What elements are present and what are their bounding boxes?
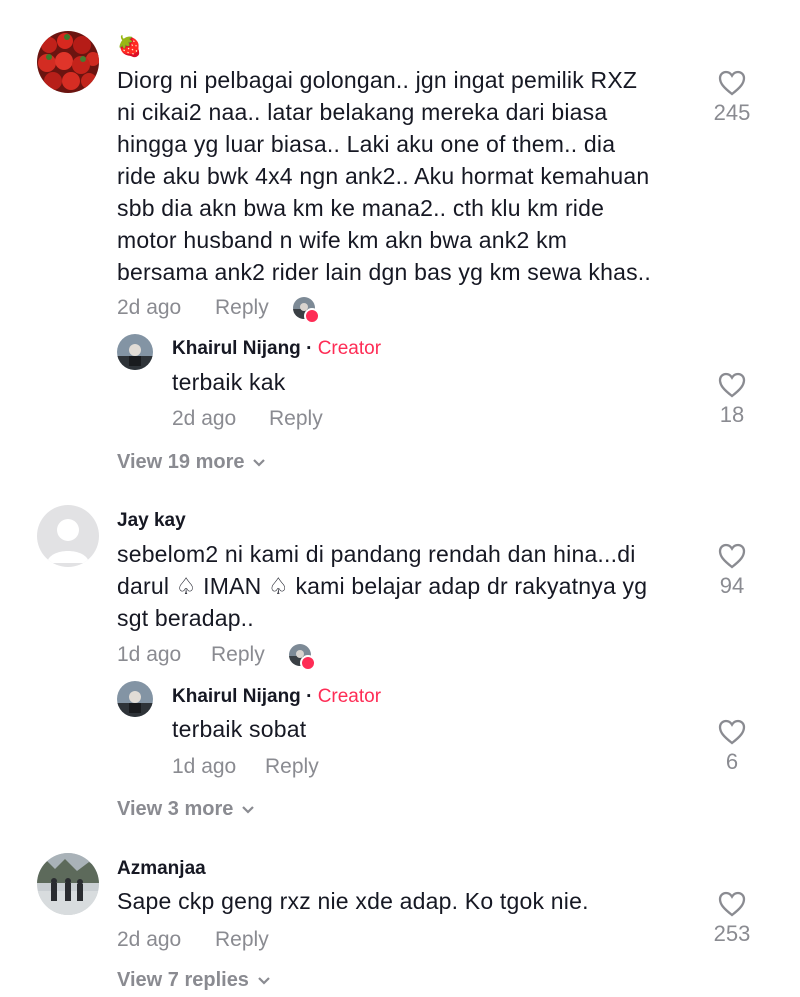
creator-liked-badge <box>293 297 320 324</box>
like-column[interactable]: 245 <box>702 70 762 126</box>
chevron-down-icon <box>242 805 255 814</box>
view-more-label: View 7 replies <box>117 969 249 991</box>
reply-timestamp: 1d ago <box>172 755 237 778</box>
reply-button[interactable]: Reply <box>269 407 323 431</box>
like-count: 18 <box>719 402 745 427</box>
reply-button[interactable]: Reply <box>215 296 269 320</box>
commenter-avatar[interactable] <box>37 31 99 93</box>
reply-username-line: Khairul Nijang · Creator <box>172 338 381 360</box>
reply-button[interactable]: Reply <box>265 755 319 779</box>
chevron-down-icon <box>253 458 266 467</box>
reply-text: terbaik sobat <box>172 716 307 742</box>
view-more-replies[interactable]: View 3 more <box>117 798 255 821</box>
view-more-replies[interactable]: View 7 replies <box>117 969 271 992</box>
comment-text: Diorg ni pelbagai golongan.. jgn ingat p… <box>117 67 651 285</box>
heart-icon[interactable] <box>718 719 746 745</box>
reply-text: terbaik kak <box>172 369 286 395</box>
reply-button[interactable]: Reply <box>215 928 269 952</box>
reply-username-line: Khairul Nijang · Creator <box>172 686 381 708</box>
creator-liked-badge <box>289 644 316 671</box>
commenter-username[interactable]: Azmanjaa <box>117 858 206 880</box>
heart-icon[interactable] <box>718 70 746 96</box>
like-column[interactable]: 94 <box>702 543 762 599</box>
commenter-username[interactable]: Jay kay <box>117 510 186 532</box>
like-count: 6 <box>725 749 739 774</box>
reply-like-column[interactable]: 6 <box>702 719 762 775</box>
separator-dot: · <box>306 338 313 359</box>
reply-button[interactable]: Reply <box>211 643 265 667</box>
view-more-label: View 19 more <box>117 451 245 473</box>
heart-badge-icon <box>304 308 320 324</box>
comment-timestamp: 2d ago <box>117 928 182 951</box>
chevron-down-icon <box>258 976 270 985</box>
view-more-label: View 3 more <box>117 798 234 820</box>
creator-badge: Creator <box>317 686 382 707</box>
heart-icon[interactable] <box>718 543 746 569</box>
reply-timestamp: 2d ago <box>172 407 237 430</box>
like-count: 245 <box>713 100 751 125</box>
heart-badge-icon <box>300 655 316 671</box>
comment-timestamp: 2d ago <box>117 296 182 319</box>
commenter-avatar[interactable] <box>37 853 99 915</box>
view-more-replies[interactable]: View 19 more <box>117 451 266 474</box>
creator-badge: Creator <box>317 338 382 359</box>
like-count: 94 <box>719 573 745 598</box>
reply-username[interactable]: Khairul Nijang <box>172 686 301 707</box>
reply-avatar[interactable] <box>117 681 153 717</box>
heart-icon[interactable] <box>718 891 746 917</box>
commenter-avatar[interactable] <box>37 505 99 567</box>
separator-dot: · <box>306 686 313 707</box>
reply-username[interactable]: Khairul Nijang <box>172 338 301 359</box>
comment-text: sebelom2 ni kami di pandang rendah dan h… <box>117 541 648 631</box>
heart-icon[interactable] <box>718 372 746 398</box>
comment-text: Sape ckp geng rxz nie xde adap. Ko tgok … <box>117 888 589 914</box>
like-count: 253 <box>713 921 751 946</box>
reply-like-column[interactable]: 18 <box>702 372 762 428</box>
comment-timestamp: 1d ago <box>117 643 182 666</box>
commenter-username[interactable]: 🍓 <box>117 34 142 59</box>
reply-avatar[interactable] <box>117 334 153 370</box>
like-column[interactable]: 253 <box>702 891 762 947</box>
